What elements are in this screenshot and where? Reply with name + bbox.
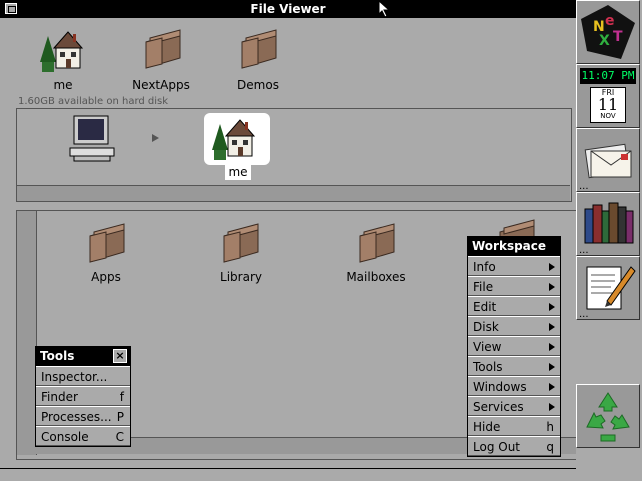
menu-item-finder[interactable]: Finder f <box>36 386 130 406</box>
menu-item-shortcut: q <box>546 440 554 454</box>
menu-item-processes[interactable]: Processes... P <box>36 406 130 426</box>
svg-text:...: ... <box>579 245 589 255</box>
home-icon <box>40 31 84 72</box>
tools-menu: Tools × Inspector... Finder f Processes..… <box>35 346 131 447</box>
menu-item-console[interactable]: Console C <box>36 426 130 446</box>
menu-item-label: Processes... <box>41 410 112 424</box>
recycler-icon <box>586 392 630 442</box>
folder-icon <box>223 223 259 263</box>
folder-icon <box>359 223 395 263</box>
window-titlebar[interactable]: File Viewer <box>0 0 576 18</box>
svg-text:e: e <box>605 13 615 29</box>
dock-tile-clock[interactable]: 11:07 PM FRI 11 NOV <box>576 64 640 128</box>
submenu-arrow-icon <box>549 303 555 311</box>
menu-item-label: Services <box>473 400 524 414</box>
menu-item-label: Console <box>41 430 89 444</box>
menu-item-label: Windows <box>473 380 527 394</box>
menu-item-label: Tools <box>473 360 503 374</box>
menu-item-shortcut: h <box>546 420 554 434</box>
menu-item-inspector[interactable]: Inspector... <box>36 366 130 386</box>
books-icon: ... <box>579 202 634 256</box>
menu-item-label: Inspector... <box>41 370 108 384</box>
tools-menu-title[interactable]: Tools × <box>36 347 130 366</box>
menu-item-label: Finder <box>41 390 78 404</box>
shelf-item-label: Demos <box>237 78 279 92</box>
edit-icon: ... <box>579 266 636 320</box>
clock-icon: 11:07 PM FRI 11 NOV <box>580 68 636 124</box>
submenu-arrow-icon <box>549 323 555 331</box>
home-icon <box>212 119 256 160</box>
disk-space-text: 1.60GB available on hard disk <box>18 96 169 107</box>
workspace-menu-title[interactable]: Workspace <box>468 237 560 256</box>
menu-item-shortcut: f <box>119 390 124 404</box>
folder-icon <box>89 223 125 263</box>
folder-item-label: Apps <box>91 270 121 284</box>
submenu-arrow-icon <box>549 263 555 271</box>
menu-item-windows[interactable]: Windows <box>468 376 560 396</box>
menu-item-label: Hide <box>473 420 501 434</box>
clock-time: 11:07 PM <box>580 68 636 84</box>
menu-item-label: Info <box>473 260 496 274</box>
dock-tile-recycler[interactable] <box>576 384 640 448</box>
menu-item-view[interactable]: View <box>468 336 560 356</box>
dock-tile-mail[interactable]: ... <box>576 128 640 192</box>
submenu-arrow-icon <box>549 363 555 371</box>
menu-item-info[interactable]: Info <box>468 256 560 276</box>
menu-item-shortcut: P <box>116 410 124 424</box>
menu-item-logout[interactable]: Log Out q <box>468 436 560 456</box>
menu-item-file[interactable]: File <box>468 276 560 296</box>
mouse-cursor-icon <box>378 0 391 18</box>
dock-tile-next[interactable]: N e X T <box>576 0 640 64</box>
miniaturize-button[interactable] <box>5 3 17 14</box>
menu-item-shortcut: C <box>115 430 124 444</box>
dock-tile-librarian[interactable]: ... <box>576 192 640 256</box>
menu-item-hide[interactable]: Hide h <box>468 416 560 436</box>
folder-item-label: Mailboxes <box>346 270 406 284</box>
menu-title-label: Tools <box>40 349 75 363</box>
browser-scrollbar[interactable] <box>17 185 570 201</box>
menu-item-edit[interactable]: Edit <box>468 296 560 316</box>
svg-text:...: ... <box>579 181 589 191</box>
submenu-arrow-icon <box>549 283 555 291</box>
submenu-arrow-icon <box>549 403 555 411</box>
submenu-arrow-icon <box>549 343 555 351</box>
submenu-arrow-icon <box>549 383 555 391</box>
computer-icon[interactable] <box>68 114 118 164</box>
dock-tile-edit[interactable]: ... <box>576 256 640 320</box>
clock-date: 11 <box>597 95 619 114</box>
folder-item-label: Library <box>220 270 262 284</box>
vertical-scrollbar[interactable] <box>17 211 37 455</box>
svg-text:X: X <box>599 33 610 49</box>
selected-item-label[interactable]: me <box>225 165 251 180</box>
menu-item-label: File <box>473 280 494 294</box>
menu-item-label: Edit <box>473 300 497 314</box>
shelf-item-label: me <box>53 78 73 92</box>
folder-icon <box>145 29 181 69</box>
svg-text:T: T <box>613 29 623 45</box>
menu-item-disk[interactable]: Disk <box>468 316 560 336</box>
close-icon[interactable]: × <box>113 349 127 363</box>
menu-item-tools[interactable]: Tools <box>468 356 560 376</box>
next-logo-icon: N e X T <box>581 5 635 59</box>
workspace-menu: Workspace Info File Edit Disk View Tools… <box>467 236 561 457</box>
mail-icon: ... <box>579 143 632 192</box>
svg-text:...: ... <box>579 309 589 319</box>
menu-title-label: Workspace <box>472 239 547 253</box>
window-title: File Viewer <box>250 2 326 16</box>
menu-item-services[interactable]: Services <box>468 396 560 416</box>
menu-item-label: Disk <box>473 320 499 334</box>
clock-month: NOV <box>600 112 616 120</box>
path-separator-arrow <box>152 134 159 142</box>
folder-icon <box>241 29 277 69</box>
menu-item-label: Log Out <box>473 440 521 454</box>
shelf-item-label: NextApps <box>132 78 190 92</box>
dock: N e X T 11:07 PM FRI 11 NOV ... ... ... <box>576 0 642 481</box>
menu-item-label: View <box>473 340 502 354</box>
